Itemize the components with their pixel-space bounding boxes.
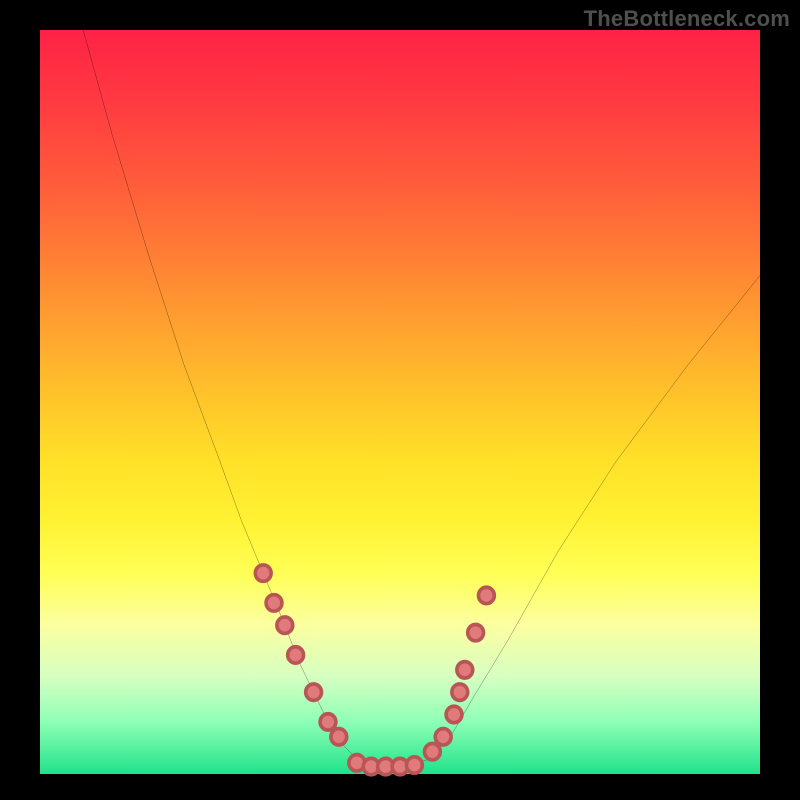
bottleneck-curve — [83, 30, 760, 767]
plot-area — [40, 30, 760, 774]
curve-svg — [40, 30, 760, 774]
watermark-label: TheBottleneck.com — [584, 6, 790, 32]
marker-group — [255, 565, 494, 775]
chart-frame: TheBottleneck.com — [0, 0, 800, 800]
